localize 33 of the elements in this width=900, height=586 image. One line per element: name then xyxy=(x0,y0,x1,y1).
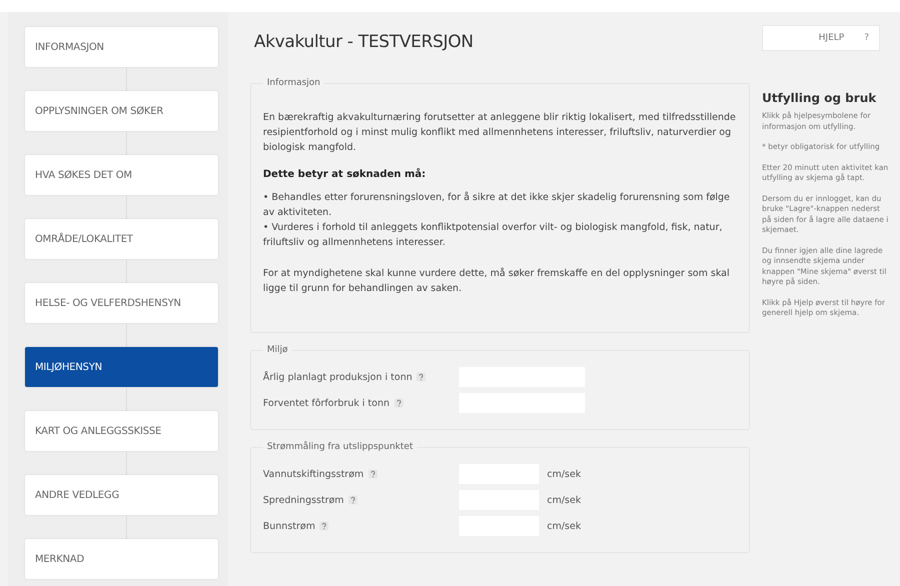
guide-title: Utfylling og bruk xyxy=(762,91,878,105)
section-legend: Miljø xyxy=(263,345,292,355)
nav-item[interactable]: MERKNAD xyxy=(25,539,218,579)
nav-item[interactable]: INFORMASJON xyxy=(25,27,218,67)
unit-label: cm/sek xyxy=(547,468,581,480)
nav-item[interactable]: OMRÅDE/LOKALITET xyxy=(25,219,218,259)
nav-item[interactable]: HELSE- OG VELFERDSHENSYN xyxy=(25,283,218,323)
help-icon[interactable] xyxy=(319,521,330,531)
help-icon[interactable] xyxy=(416,372,426,382)
info-paragraph: For at myndighetene skal kunne vurdere dette, må søker fremskaffe en del opplysninger som skal ligge til grunn for behandlingen av saken. xyxy=(263,266,730,296)
help-icon[interactable] xyxy=(394,398,404,408)
help-button[interactable]: HJELP ? xyxy=(762,25,880,51)
info-heading: Dette betyr at søknaden må: xyxy=(263,169,427,180)
section-legend: Strømmåling fra utslippspunktet xyxy=(263,442,417,452)
nav-item[interactable]: OPPLYSNINGER OM SØKER xyxy=(25,91,218,131)
page-title: Akvakultur - TESTVERSJON xyxy=(254,32,474,52)
field-label: Bunnstrøm xyxy=(263,520,316,532)
info-bullet: • Vurderes i forhold til anleggets konfliktpotensial overfor vilt- og biologisk mangfold, fisk, natur, friluftsliv og allmennhetens interesser. xyxy=(263,221,724,250)
help-icon[interactable] xyxy=(348,495,358,505)
unit-label: cm/sek xyxy=(547,520,581,532)
field-label: Vannutskiftingsstrøm xyxy=(263,468,364,480)
unit-label: cm/sek xyxy=(547,494,581,506)
nav-item[interactable]: KART OG ANLEGGSSKISSE xyxy=(25,411,218,451)
panel-legend: Informasjon xyxy=(263,78,324,88)
info-bullet: • Behandles etter forurensningsloven, for å sikre at det ikke skjer skadelig forurensning som følge av aktiviteten. xyxy=(263,190,731,220)
nav-item[interactable]: MILJØHENSYN xyxy=(25,347,218,387)
nav-item[interactable]: ANDRE VEDLEGG xyxy=(25,475,218,515)
nav-item[interactable]: HVA SØKES DET OM xyxy=(25,155,218,195)
info-paragraph: En bærekraftig akvakulturnæring forutsetter at anleggene blir riktig lokalisert, med tilfredsstillende resipientforhold og i minst mulig konflikt med allmennhetens interesser, friluftsliv, naturverdier og biologisk mangfold. xyxy=(263,111,737,155)
field-label: Forventet fôrforbruk i tonn xyxy=(263,396,390,410)
field-label: Spredningsstrøm xyxy=(263,494,344,506)
help-icon[interactable] xyxy=(368,469,378,479)
field-label: Årlig planlagt produksjon i tonn xyxy=(263,370,412,384)
